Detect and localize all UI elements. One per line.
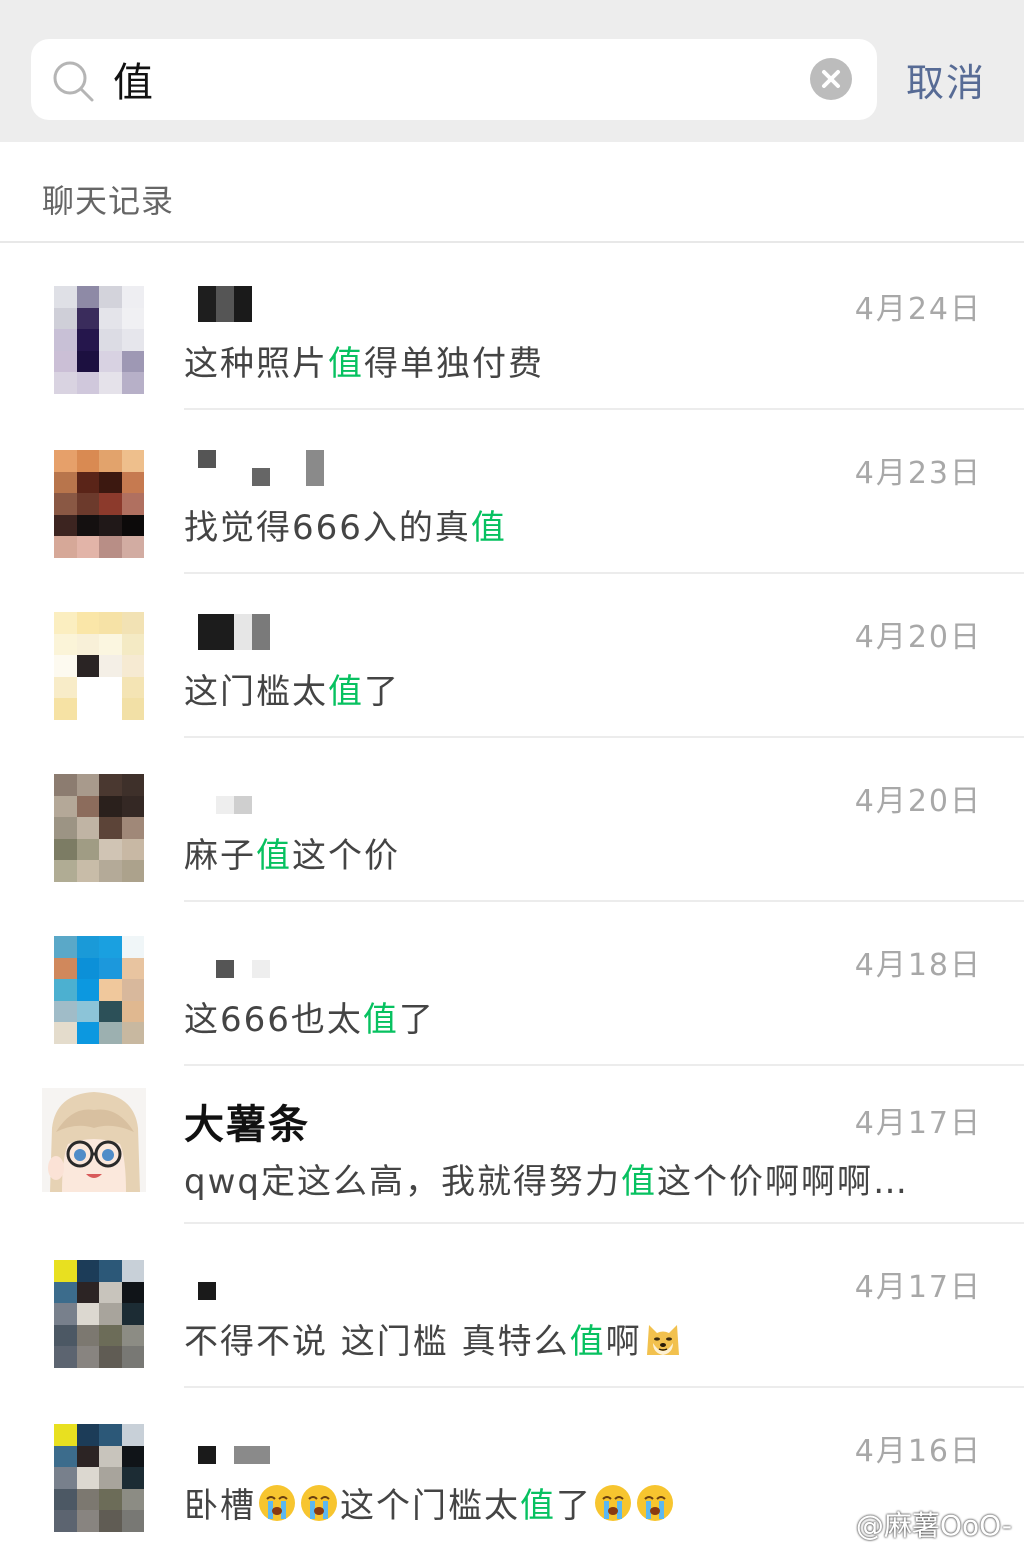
divider (0, 241, 1024, 243)
message-date: 4月18日 (854, 948, 982, 983)
watermark-text: @麻薯OoO- (855, 1509, 1012, 1542)
avatar (54, 774, 144, 882)
message-date: 4月16日 (854, 1434, 982, 1469)
crying-emoji-icon (259, 1485, 295, 1521)
crying-emoji-icon (595, 1485, 631, 1521)
chat-result-row[interactable]: 4月17日 不得不说 这门槛 真特么值啊 (0, 1224, 1024, 1388)
message-date: 4月17日 (854, 1270, 982, 1305)
message-preview: 这666也太值了 (184, 1000, 435, 1040)
message-date: 4月20日 (854, 784, 982, 819)
message-date: 4月20日 (854, 620, 982, 655)
doge-emoji-icon (646, 1325, 679, 1355)
avatar (54, 450, 144, 558)
section-title: 聊天记录 (42, 182, 175, 220)
contact-name-redacted (198, 286, 252, 322)
avatar (42, 1088, 146, 1192)
avatar (54, 1424, 144, 1532)
message-preview: 卧槽 这个门槛太值了 (184, 1478, 676, 1527)
contact-name-redacted (198, 450, 324, 486)
chat-result-row[interactable]: 4月23日 找觉得666入的真值 (0, 410, 1024, 574)
watermark: @麻薯OoO- (812, 1504, 1012, 1544)
message-preview: 不得不说 这门槛 真特么值啊 (184, 1314, 684, 1363)
contact-name-redacted (198, 778, 252, 814)
message-preview: 麻子值这个价 (184, 836, 400, 876)
weibo-icon (812, 1511, 848, 1539)
search-header: 取消 (0, 0, 1024, 142)
message-preview: 这种照片值得单独付费 (184, 344, 544, 384)
crying-emoji-icon (301, 1485, 337, 1521)
search-icon (53, 61, 94, 102)
cancel-button[interactable]: 取消 (906, 52, 986, 106)
message-preview: 找觉得666入的真值 (184, 508, 507, 548)
avatar (54, 612, 144, 720)
avatar (54, 286, 144, 394)
message-preview: 这门槛太值了 (184, 672, 400, 712)
chat-result-row[interactable]: 4月24日 这种照片值得单独付费 (0, 246, 1024, 410)
clear-icon[interactable] (809, 57, 853, 101)
chat-result-row[interactable]: 大薯条 4月17日 qwq定这么高，我就得努力值这个价啊啊啊… (0, 1066, 1024, 1224)
contact-name: 大薯条 (184, 1102, 310, 1148)
search-box[interactable] (31, 39, 877, 120)
message-preview: qwq定这么高，我就得努力值这个价啊啊啊… (184, 1162, 909, 1202)
chat-result-row[interactable]: 4月20日 麻子值这个价 (0, 738, 1024, 902)
message-date: 4月17日 (854, 1106, 982, 1141)
contact-name-redacted (198, 1264, 216, 1300)
avatar (54, 936, 144, 1044)
message-date: 4月23日 (854, 456, 982, 491)
avatar (54, 1260, 144, 1368)
contact-name-redacted (198, 1428, 270, 1464)
search-input[interactable] (113, 49, 793, 109)
crying-emoji-icon (637, 1485, 673, 1521)
message-date: 4月24日 (854, 292, 982, 327)
chat-result-row[interactable]: 4月18日 这666也太值了 (0, 902, 1024, 1066)
chat-result-row[interactable]: 4月20日 这门槛太值了 (0, 574, 1024, 738)
contact-name-redacted (198, 942, 270, 978)
contact-name-redacted (198, 614, 270, 650)
